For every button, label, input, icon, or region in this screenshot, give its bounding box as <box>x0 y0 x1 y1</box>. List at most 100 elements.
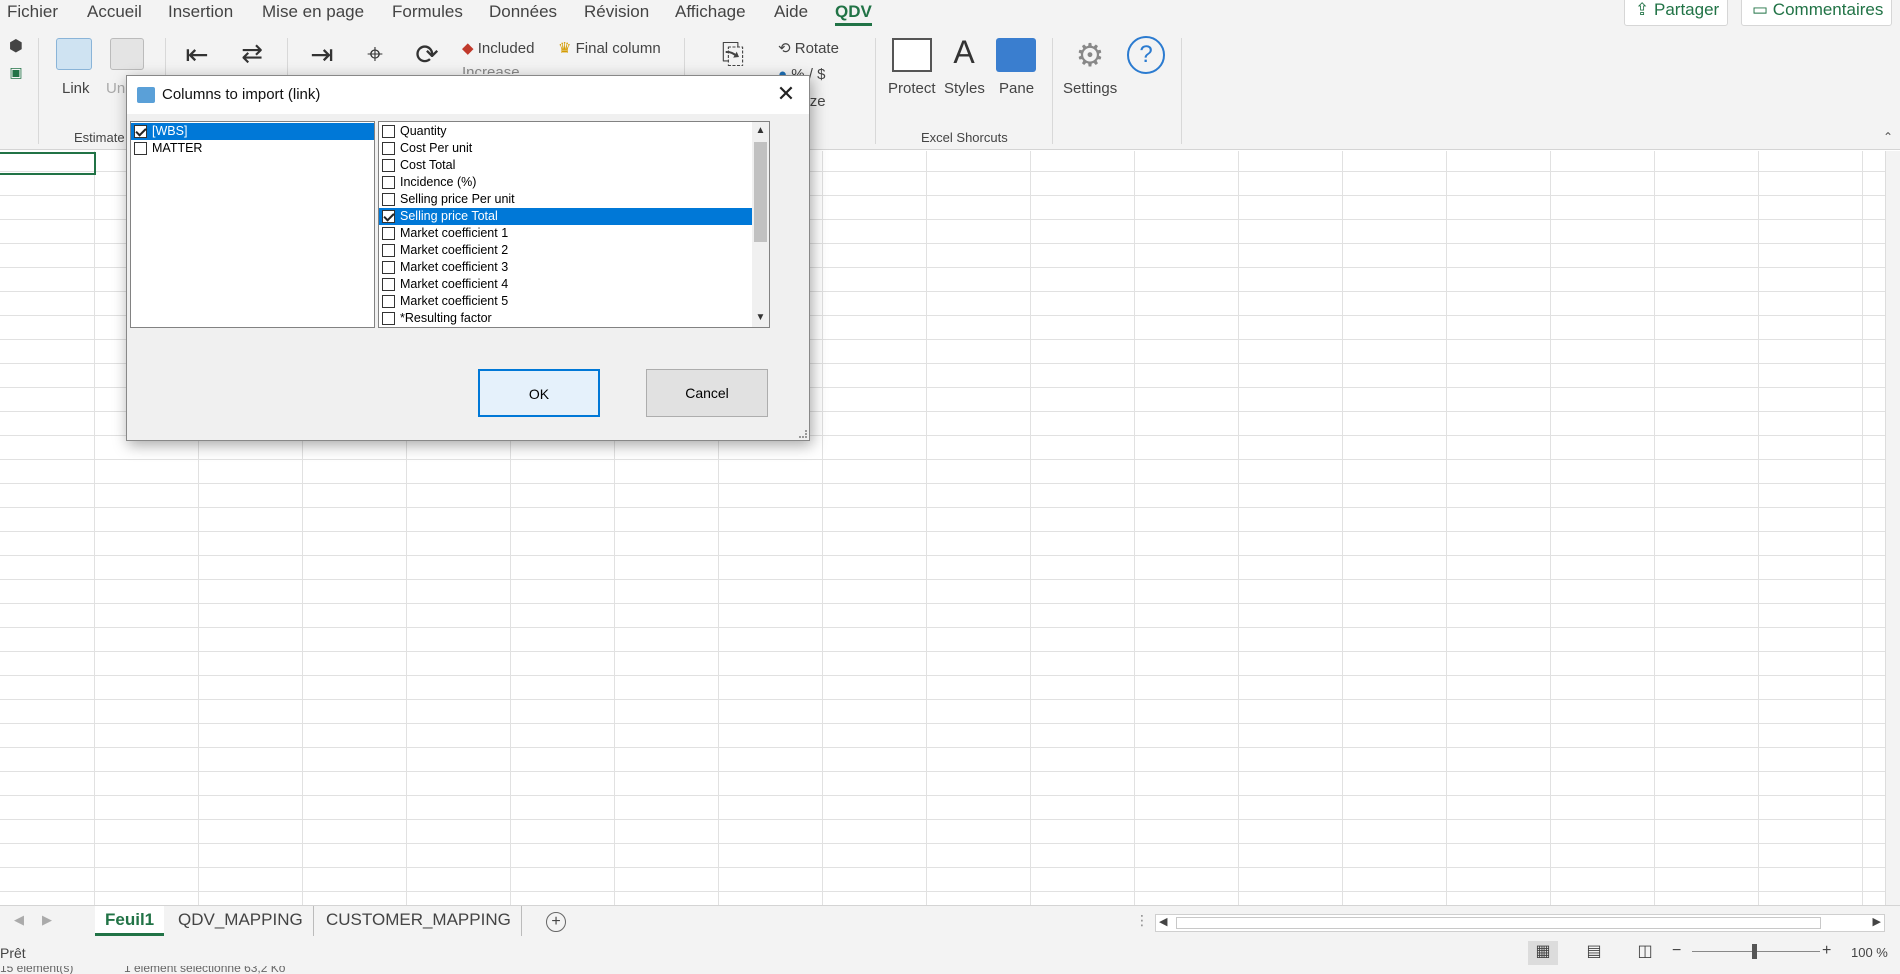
increase-button[interactable]: Increase <box>462 64 520 74</box>
document-lock-icon[interactable]: ⎘ <box>716 38 750 71</box>
list-scroll-thumb[interactable] <box>754 142 767 242</box>
checkbox[interactable] <box>382 278 395 291</box>
scroll-up-icon[interactable]: ▲ <box>753 123 768 139</box>
ok-button[interactable]: OK <box>478 369 600 417</box>
styles-icon[interactable]: A <box>944 34 984 71</box>
share-button[interactable]: ⇪ Partager <box>1624 0 1729 26</box>
scroll-left-icon[interactable]: ◀ <box>1159 915 1167 928</box>
checkbox[interactable] <box>382 210 395 223</box>
swap-icon[interactable]: ⇄ <box>235 38 269 69</box>
page-break-icon[interactable]: ◫ <box>1633 941 1657 965</box>
included-button[interactable]: ◆ Included <box>462 39 534 57</box>
status-bar: Prêt 15 élément(s) 1 élément sélectionné… <box>0 937 1900 974</box>
pane-label[interactable]: Pane <box>999 80 1034 97</box>
cube-icon[interactable]: ⬢ <box>6 36 26 56</box>
menu-insertion[interactable]: Insertion <box>168 0 233 26</box>
close-icon[interactable]: ✕ <box>763 76 809 114</box>
menu-revision[interactable]: Révision <box>584 0 649 26</box>
cancel-button[interactable]: Cancel <box>646 369 768 417</box>
active-cell[interactable] <box>0 152 96 175</box>
protect-icon[interactable] <box>892 38 932 72</box>
vertical-scrollbar[interactable] <box>1885 151 1900 905</box>
list-scrollbar[interactable]: ▲ ▼ <box>752 122 769 327</box>
resize-grip[interactable] <box>799 430 807 438</box>
left-list-item[interactable]: [WBS] <box>131 123 374 140</box>
rotate-button[interactable]: ⟲ Rotate <box>778 39 839 57</box>
normal-view-icon[interactable]: ▦ <box>1528 941 1558 965</box>
pane-icon[interactable] <box>996 38 1036 72</box>
right-list-item[interactable]: Market coefficient 4 <box>379 276 752 293</box>
zoom-slider-thumb[interactable] <box>1752 944 1757 959</box>
horizontal-scroll-thumb[interactable] <box>1176 917 1821 929</box>
protect-label[interactable]: Protect <box>888 80 936 97</box>
checkbox[interactable] <box>134 125 147 138</box>
sheet-tab-customer-mapping[interactable]: CUSTOMER_MAPPING <box>316 906 522 936</box>
checkbox[interactable] <box>382 244 395 257</box>
prev-sheet-icon[interactable]: ◀ <box>14 912 24 928</box>
right-list-item[interactable]: Market coefficient 2 <box>379 242 752 259</box>
checkbox[interactable] <box>382 176 395 189</box>
menu-fichier[interactable]: Fichier <box>7 0 58 26</box>
menu-bar: Fichier Accueil Insertion Mise en page F… <box>0 0 1900 30</box>
scroll-down-icon[interactable]: ▼ <box>753 310 768 326</box>
menu-qdv[interactable]: QDV <box>835 0 872 26</box>
unlink-label[interactable]: Un <box>106 80 125 97</box>
split-handle-icon[interactable]: ⋮ <box>1135 912 1149 929</box>
menu-donnees[interactable]: Données <box>489 0 557 26</box>
checkbox[interactable] <box>382 312 395 325</box>
collapse-ribbon-icon[interactable]: ⌃ <box>1880 130 1896 144</box>
final-column-button[interactable]: ♛ Final column <box>558 39 661 57</box>
checkbox[interactable] <box>382 261 395 274</box>
left-list-item[interactable]: MATTER <box>131 140 374 157</box>
menu-aide[interactable]: Aide <box>774 0 808 26</box>
sheet-tab-feuil1[interactable]: Feuil1 <box>95 906 165 936</box>
checkbox[interactable] <box>382 295 395 308</box>
zoom-out-icon[interactable]: − <box>1672 942 1681 960</box>
right-list-item[interactable]: Selling price Per unit <box>379 191 752 208</box>
comments-button[interactable]: ▭ Commentaires <box>1741 0 1893 26</box>
unlink-icon[interactable] <box>110 38 144 70</box>
menu-formules[interactable]: Formules <box>392 0 463 26</box>
menu-accueil[interactable]: Accueil <box>87 0 142 26</box>
help-icon[interactable]: ? <box>1127 36 1165 74</box>
page-layout-icon[interactable]: ▤ <box>1582 941 1606 965</box>
right-list-item[interactable]: Cost Total <box>379 157 752 174</box>
checkbox[interactable] <box>382 227 395 240</box>
scroll-right-icon[interactable]: ▶ <box>1873 915 1881 928</box>
sheet-tab-qdv-mapping[interactable]: QDV_MAPPING <box>168 906 314 936</box>
next-sheet-icon[interactable]: ▶ <box>42 912 52 928</box>
zoom-in-icon[interactable]: + <box>1822 942 1831 960</box>
link-label[interactable]: Link <box>62 80 90 97</box>
checkbox[interactable] <box>382 142 395 155</box>
add-sheet-icon[interactable]: + <box>546 912 566 932</box>
right-list-item[interactable]: Quantity <box>379 123 752 140</box>
right-column-list[interactable]: Quantity Cost Per unit Cost Total Incidence… <box>378 121 770 328</box>
checkbox[interactable] <box>382 193 395 206</box>
left-column-list[interactable]: [WBS] MATTER <box>130 121 375 328</box>
arrow-right-icon[interactable]: ⇥ <box>305 38 339 71</box>
menu-affichage[interactable]: Affichage <box>675 0 746 26</box>
right-list-item[interactable]: Market coefficient 1 <box>379 225 752 242</box>
menu-mise-en-page[interactable]: Mise en page <box>262 0 364 26</box>
sheet-icon[interactable]: ▣ <box>6 64 26 81</box>
horizontal-scrollbar[interactable]: ◀ ▶ <box>1155 914 1885 932</box>
right-list-item[interactable]: Incidence (%) <box>379 174 752 191</box>
right-list-item[interactable]: Market coefficient 3 <box>379 259 752 276</box>
crown-icon: ♛ <box>558 40 572 57</box>
refresh-icon[interactable]: ⟳ <box>410 38 444 71</box>
final-column-label: Final column <box>575 40 661 57</box>
gear-icon[interactable]: ⚙ <box>1072 36 1108 74</box>
right-list-item[interactable]: Market coefficient 5 <box>379 293 752 310</box>
settings-label[interactable]: Settings <box>1063 80 1117 97</box>
styles-label[interactable]: Styles <box>944 80 985 97</box>
zoom-level[interactable]: 100 % <box>1851 945 1888 960</box>
right-list-item[interactable]: Selling price Total <box>379 208 752 225</box>
arrow-left-icon[interactable]: ⇤ <box>180 38 214 71</box>
right-list-item[interactable]: *Resulting factor <box>379 310 752 327</box>
checkbox[interactable] <box>382 125 395 138</box>
right-list-item[interactable]: Cost Per unit <box>379 140 752 157</box>
checkbox[interactable] <box>134 142 147 155</box>
target-icon[interactable]: ⌖ <box>358 38 392 71</box>
link-icon[interactable] <box>56 38 92 70</box>
checkbox[interactable] <box>382 159 395 172</box>
